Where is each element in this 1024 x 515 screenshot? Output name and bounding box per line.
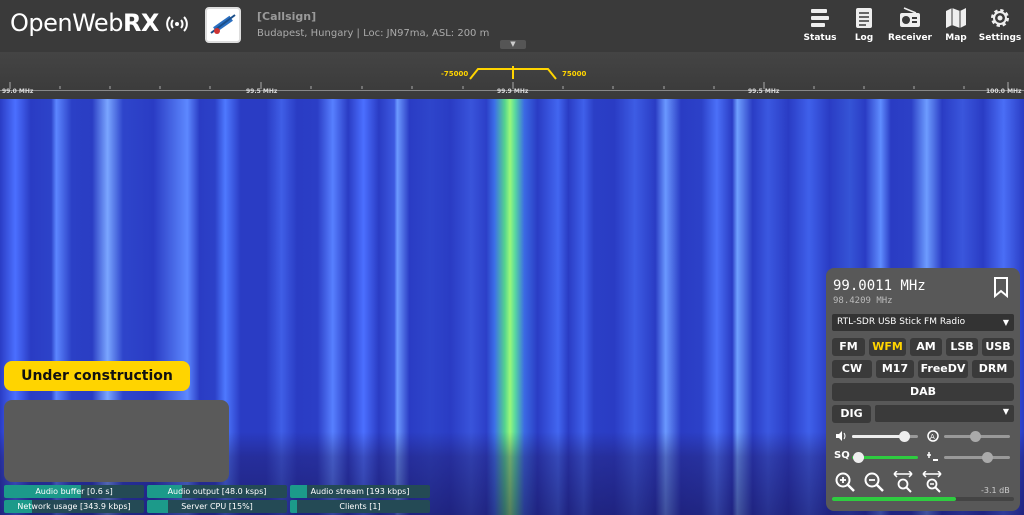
audio-output-label: Audio output [48.0 ksps] [167,487,267,496]
signal-level-meter [832,497,1014,501]
auto-squelch-icon[interactable]: A [926,429,940,443]
nav-status[interactable]: Status [802,6,838,43]
mode-wfm-button[interactable]: WFM [869,338,906,356]
mode-lsb-button[interactable]: LSB [946,338,978,356]
nav-status-label: Status [803,33,837,43]
nav-map[interactable]: Map [938,6,974,43]
nav-settings-label: Settings [978,33,1022,43]
radio-waves-icon [166,16,188,32]
nav-settings[interactable]: Settings [978,6,1022,43]
server-cpu-fill [147,500,168,513]
server-cpu-label: Server CPU [15%] [181,502,253,511]
server-cpu-bar: Server CPU [15%] [147,500,287,513]
nr-knob[interactable] [970,431,981,442]
mode-am-button[interactable]: AM [910,338,942,356]
volume-slider[interactable] [852,429,918,443]
map-icon [946,8,966,28]
audio-stream-fill [290,485,307,498]
audio-stream-bar: Audio stream [193 kbps] [290,485,430,498]
scale-label: 99.5 MHz [246,88,278,95]
nr-slider[interactable] [944,429,1010,443]
clients-bar: Clients [1] [290,500,430,513]
network-usage-label: Network usage [343.9 kbps] [17,502,131,511]
mode-usb-button[interactable]: USB [982,338,1014,356]
offset-frequency: 98.4209 MHz [833,296,893,306]
receiver-avatar [205,7,241,43]
signal-level-fill [832,497,956,501]
under-construction-button[interactable]: Under construction [4,361,190,391]
zoom-in-icon[interactable] [834,471,856,493]
mode-cw-button[interactable]: CW [832,360,872,378]
audio-stream-label: Audio stream [193 kbps] [310,487,410,496]
network-usage-bar: Network usage [343.9 kbps] [4,500,144,513]
log-icon [856,8,872,28]
svg-text:A: A [930,433,935,441]
zoom-out-icon[interactable] [863,471,885,493]
receiver-location: Budapest, Hungary | Loc: JN97ma, ASL: 20… [257,28,490,39]
collapse-header-button[interactable]: ▼ [500,40,526,49]
receiver-icon [900,7,920,27]
frequency-scale[interactable]: -75000 75000 99.0 MHz 99.5 MHz 99.9 MHz … [0,52,1024,99]
bookmark-icon[interactable] [990,276,1012,298]
nav-map-label: Map [945,33,967,43]
chevron-down-icon: ▼ [1002,318,1009,327]
nav-receiver-label: Receiver [888,33,932,43]
squelch-knob[interactable] [853,452,865,463]
status-icon [811,9,829,27]
mode-drm-button[interactable]: DRM [972,360,1014,378]
frequency-display[interactable]: 99.0011 MHz [833,278,926,294]
noise-reduction-icon[interactable] [926,450,940,464]
nr-level-knob[interactable] [982,452,993,463]
signal-level-db: -3.1 dB [981,486,1010,495]
audio-buffer-label: Audio buffer [0.6 s] [35,487,113,496]
squelch-slider[interactable] [852,450,918,464]
mode-dab-button[interactable]: DAB [832,383,1014,401]
main-nav: Status Log Receiver Map Settings [802,6,1022,43]
squelch-label: SQ [834,450,850,461]
settings-icon [991,9,1009,27]
bandwidth-high-label: 75000 [562,70,587,78]
satellite-icon [210,14,236,34]
receiver-panel: 99.0011 MHz 98.4209 MHz RTL-SDR USB Stic… [826,268,1020,511]
receiver-callsign: [Callsign] [257,10,317,23]
volume-knob[interactable] [898,431,910,442]
chevron-down-icon: ▼ [1002,407,1009,416]
scale-label: 99.0 MHz [2,88,34,95]
volume-icon[interactable] [834,429,848,443]
nav-log-label: Log [854,33,874,43]
zoom-fit-icon[interactable] [892,471,914,493]
top-bar: OpenWebRX [Callsign] Budapest, Hungary |… [0,0,1024,52]
clients-fill [290,500,297,513]
chat-panel [4,400,229,482]
nr-level-slider[interactable] [944,450,1010,464]
mode-dig-button[interactable]: DIG [832,405,871,423]
nav-log[interactable]: Log [846,6,882,43]
scale-label: 100.0 MHz [986,88,1022,95]
digital-mode-select[interactable]: ▼ [875,405,1014,422]
mode-fm-button[interactable]: FM [832,338,865,356]
openwebrx-logo[interactable]: OpenWebRX [10,9,159,37]
scale-label: 99.9 MHz [497,88,529,95]
mode-m17-button[interactable]: M17 [876,360,914,378]
clients-label: Clients [1] [339,502,381,511]
bandwidth-low-label: -75000 [441,70,469,78]
nr-level-track [944,456,1010,459]
scale-label: 99.5 MHz [748,88,780,95]
audio-output-bar: Audio output [48.0 ksps] [147,485,287,498]
mode-freedv-button[interactable]: FreeDV [918,360,968,378]
profile-select[interactable]: RTL-SDR USB Stick FM Radio ▼ [832,314,1014,331]
audio-buffer-bar: Audio buffer [0.6 s] [4,485,144,498]
nav-receiver[interactable]: Receiver [888,6,932,43]
zoom-reset-icon[interactable] [921,471,943,493]
profile-select-value: RTL-SDR USB Stick FM Radio [837,317,966,327]
